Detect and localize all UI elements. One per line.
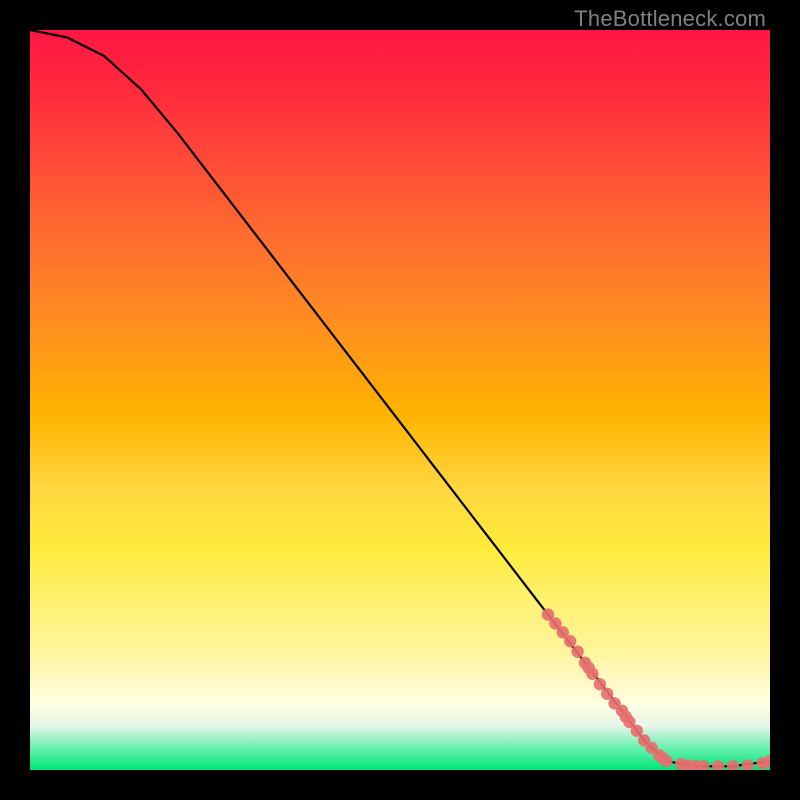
chart-marker (742, 759, 754, 770)
chart-marker (712, 760, 724, 770)
chart-overlay (30, 30, 770, 770)
chart-plot-area (30, 30, 770, 770)
watermark-text: TheBottleneck.com (574, 6, 766, 32)
chart-marker (571, 645, 583, 657)
chart-marker (727, 760, 739, 770)
chart-markers (542, 608, 770, 770)
chart-curve (30, 30, 770, 766)
chart-marker (586, 668, 598, 680)
chart-marker (660, 755, 672, 767)
chart-marker (564, 635, 576, 647)
